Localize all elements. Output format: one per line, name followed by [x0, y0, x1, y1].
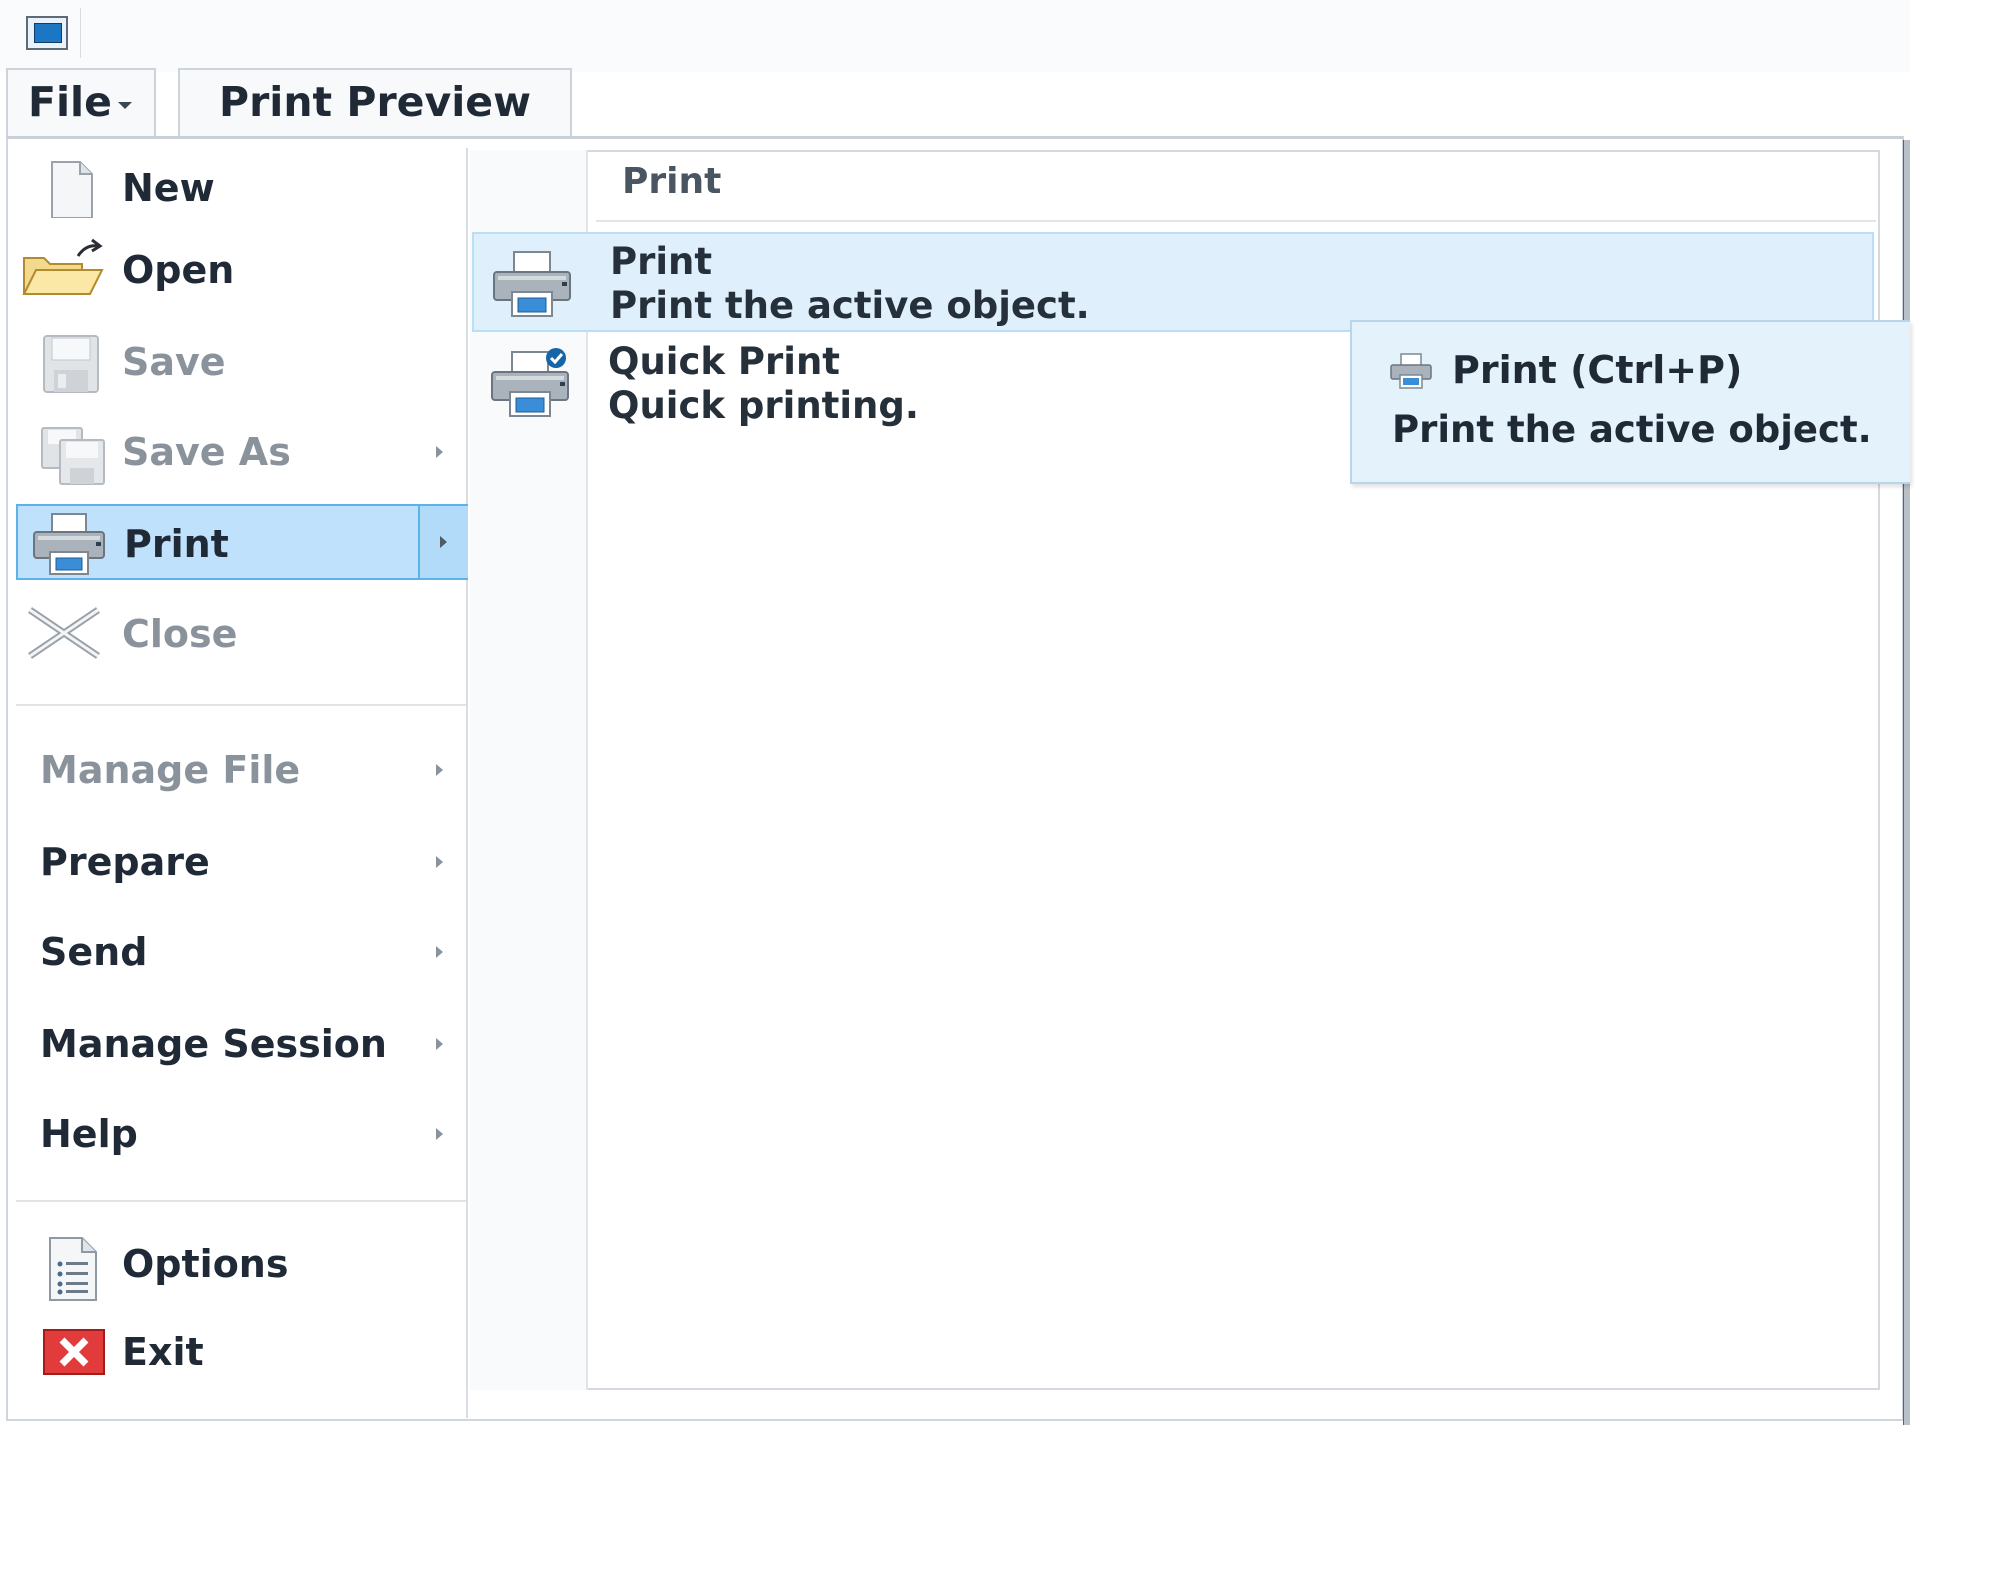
menu-item-close[interactable]: Close: [16, 596, 468, 672]
menu-item-save-as-label: Save As: [122, 430, 291, 474]
submenu-header: Print: [596, 150, 1876, 222]
tooltip-title: Print (Ctrl+P): [1452, 348, 1743, 392]
tab-print-preview-label: Print Preview: [219, 78, 531, 126]
menu-item-prepare[interactable]: Prepare: [16, 822, 468, 902]
menu-item-help[interactable]: Help: [16, 1094, 468, 1174]
toolbar-separator: [80, 8, 81, 58]
tooltip-description: Print the active object.: [1392, 408, 1872, 451]
new-document-icon: [30, 160, 102, 218]
chevron-down-icon: [117, 101, 132, 109]
menu-item-exit-label: Exit: [122, 1330, 204, 1374]
menu-item-options-label: Options: [122, 1242, 289, 1286]
submenu-arrow-icon: [436, 1038, 443, 1050]
options-list-icon: [30, 1236, 102, 1301]
submenu-arrow-icon: [436, 446, 443, 458]
menu-item-save[interactable]: Save: [16, 324, 468, 400]
menu-item-manage-file-label: Manage File: [40, 748, 301, 792]
exit-red-x-icon: [30, 1324, 105, 1382]
submenu-arrow-icon: [436, 946, 443, 958]
printer-icon: [490, 248, 574, 320]
printer-icon: [30, 512, 105, 575]
menu-item-close-label: Close: [122, 612, 238, 656]
tab-print-preview[interactable]: Print Preview: [178, 68, 572, 136]
submenu-item-quick-print-title: Quick Print: [608, 340, 840, 383]
submenu-item-print-title: Print: [610, 240, 713, 283]
menu-item-open-label: Open: [122, 248, 235, 292]
submenu-arrow-icon: [440, 536, 447, 548]
quick-print-icon: [488, 348, 572, 420]
open-folder-icon: [22, 238, 104, 300]
close-x-icon: [28, 606, 102, 664]
menu-item-manage-file[interactable]: Manage File: [16, 730, 468, 810]
submenu-header-label: Print: [622, 161, 722, 202]
menu-item-manage-session-label: Manage Session: [40, 1022, 387, 1066]
menu-item-print-label: Print: [124, 522, 229, 566]
menu-item-exit[interactable]: Exit: [16, 1314, 468, 1390]
app-window-icon[interactable]: [26, 16, 68, 50]
submenu-arrow-icon: [436, 856, 443, 868]
menu-item-send-label: Send: [40, 930, 148, 974]
menu-item-new-label: New: [122, 166, 215, 210]
save-disk-icon: [30, 334, 102, 393]
title-bar: [0, 0, 1910, 72]
menu-item-help-label: Help: [40, 1112, 138, 1156]
menu-item-new[interactable]: New: [16, 150, 468, 226]
submenu-item-print-description: Print the active object.: [610, 284, 1090, 327]
menu-item-send[interactable]: Send: [16, 912, 468, 992]
menu-item-options[interactable]: Options: [16, 1226, 468, 1302]
menu-item-save-label: Save: [122, 340, 226, 384]
menu-item-save-as[interactable]: Save As: [16, 414, 468, 490]
tooltip: Print (Ctrl+P) Print the active object.: [1350, 320, 1910, 484]
menu-item-open[interactable]: Open: [16, 232, 468, 308]
tab-file-label: File: [28, 78, 112, 126]
printer-small-icon: [1388, 352, 1434, 390]
save-as-icon: [30, 424, 105, 485]
submenu-arrow-icon: [436, 1128, 443, 1140]
submenu-item-print[interactable]: Print Print the active object.: [472, 232, 1874, 332]
menu-item-prepare-label: Prepare: [40, 840, 210, 884]
submenu-item-quick-print-description: Quick printing.: [608, 384, 919, 427]
menu-item-manage-session[interactable]: Manage Session: [16, 1004, 468, 1084]
submenu-arrow-icon: [436, 764, 443, 776]
menu-separator: [16, 1200, 466, 1202]
menu-item-print[interactable]: Print: [16, 504, 468, 580]
menu-separator: [16, 704, 466, 706]
print-submenu-expander[interactable]: [418, 506, 468, 578]
tab-file[interactable]: File: [6, 68, 156, 136]
